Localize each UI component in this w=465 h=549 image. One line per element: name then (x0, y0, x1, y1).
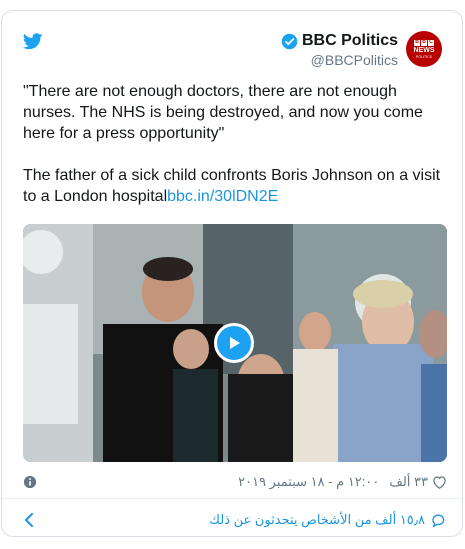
chevron-left-icon[interactable] (23, 513, 35, 527)
tweet-timestamp[interactable]: ١٢:٠٠ م - ١٨ سبتمبر ٢٠١٩ (238, 474, 379, 490)
verified-badge-icon (281, 33, 298, 49)
like-button[interactable]: ٣٣ ألف (389, 474, 447, 490)
chat-bubble-icon (432, 514, 445, 527)
account-handle[interactable]: @BBCPolitics (281, 51, 398, 69)
divider (2, 498, 462, 499)
avatar-news-text: NEWS (413, 46, 435, 54)
bbc-letter: B (421, 39, 427, 46)
tweet-body: "There are not enough doctors, there are… (23, 83, 441, 205)
conversation-text[interactable]: ١٥٫٨ ألف من الأشخاص يتحدثون عن ذلك (209, 512, 425, 528)
like-count: ٣٣ ألف (389, 474, 428, 489)
tweet-text: "There are not enough doctors, there are… (23, 81, 448, 207)
tweet-link[interactable]: bbc.in/30lDN2E (167, 188, 278, 205)
tweet-footer: ١٥٫٨ ألف من الأشخاص يتحدثون عن ذلك (23, 509, 447, 531)
bbc-letter: C (428, 39, 434, 46)
bbc-letter: B (414, 39, 420, 46)
avatar-politics-text: POLITICS (416, 54, 432, 59)
play-icon (230, 337, 240, 349)
video-thumbnail[interactable] (23, 224, 447, 462)
bbc-logo: B B C (414, 39, 434, 46)
tweet-card[interactable]: BBC Politics @BBCPolitics B B C NEWS POL… (1, 10, 463, 537)
tweet-meta: ٣٣ ألف ١٢:٠٠ م - ١٨ سبتمبر ٢٠١٩ (23, 471, 447, 493)
play-button[interactable] (214, 323, 254, 363)
account-name[interactable]: BBC Politics (302, 31, 398, 51)
conversation-link[interactable]: ١٥٫٨ ألف من الأشخاص يتحدثون عن ذلك (209, 512, 447, 528)
heart-icon (433, 476, 446, 489)
twitter-bird-icon[interactable] (23, 33, 43, 50)
account-info[interactable]: BBC Politics @BBCPolitics (281, 31, 398, 69)
avatar[interactable]: B B C NEWS POLITICS (406, 31, 442, 67)
info-icon[interactable] (23, 475, 37, 489)
